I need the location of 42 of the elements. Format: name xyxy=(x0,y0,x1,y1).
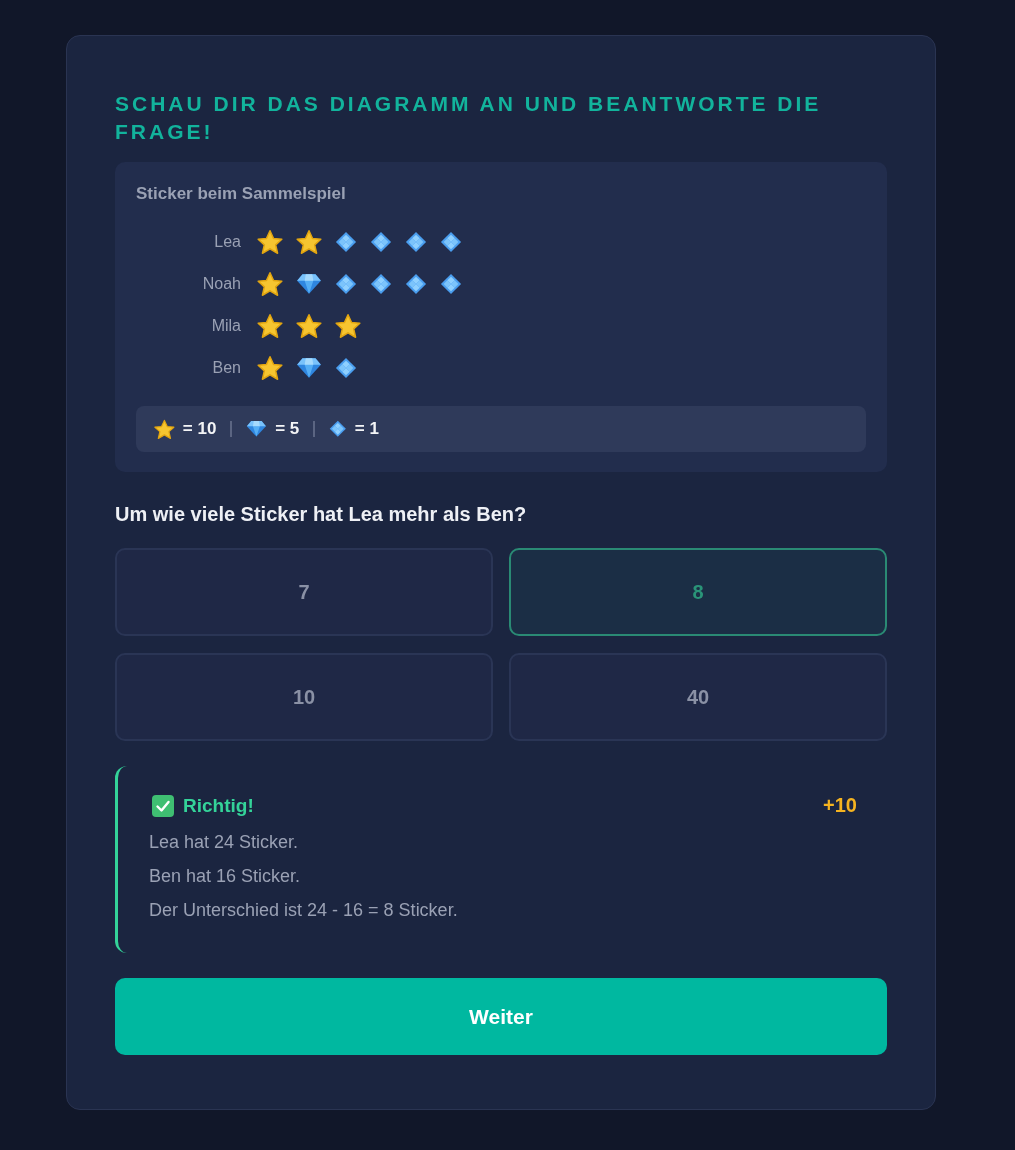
diamond-icon xyxy=(370,231,392,253)
legend-value: = 10 xyxy=(182,419,217,439)
explanation-line: Ben hat 16 Sticker. xyxy=(149,865,302,888)
answer-option[interactable]: 40 xyxy=(509,653,887,741)
chart-title: Sticker beim Sammelspiel xyxy=(136,183,347,205)
diamond-icon xyxy=(405,231,427,253)
legend-value: = 5 xyxy=(275,419,300,439)
check-icon xyxy=(152,794,174,817)
star-icon xyxy=(257,355,283,381)
star-icon xyxy=(296,313,322,339)
gem-icon xyxy=(296,273,322,295)
gem-icon xyxy=(296,357,322,379)
diamond-icon xyxy=(335,231,357,253)
gem-icon xyxy=(246,420,268,438)
diamond-icon xyxy=(335,357,357,379)
explanation-line: Lea hat 24 Sticker. xyxy=(149,831,300,854)
diamond-icon xyxy=(329,420,347,438)
diamond-icon xyxy=(335,273,357,295)
row-label: Ben xyxy=(211,359,241,377)
row-label: Mila xyxy=(210,317,241,335)
star-icon xyxy=(257,229,283,255)
row-label: Lea xyxy=(213,233,241,251)
answer-option[interactable]: 7 xyxy=(115,548,493,636)
star-icon xyxy=(154,418,175,440)
explanation-line: Der Unterschied ist 24 - 16 = 8 Sticker. xyxy=(149,899,459,922)
answer-option[interactable]: 8 xyxy=(509,548,887,636)
feedback-title: Richtig! xyxy=(183,794,254,817)
star-icon xyxy=(257,271,283,297)
diamond-icon xyxy=(440,231,462,253)
next-button[interactable]: Weiter xyxy=(115,978,887,1055)
diamond-icon xyxy=(405,273,427,295)
star-icon xyxy=(296,229,322,255)
answer-option[interactable]: 10 xyxy=(115,653,493,741)
legend-value: = 1 xyxy=(354,419,379,439)
star-icon xyxy=(335,313,361,339)
instruction-heading: SCHAU DIR DAS DIAGRAMM AN UND BEANTWORTE DIE FRAGE! xyxy=(115,91,823,145)
diamond-icon xyxy=(370,273,392,295)
question-text: Um wie viele Sticker hat Lea mehr als Ben? xyxy=(115,502,528,526)
star-icon xyxy=(257,313,283,339)
diamond-icon xyxy=(440,273,462,295)
points-text: +10 xyxy=(823,794,857,817)
row-label: Noah xyxy=(201,275,241,293)
